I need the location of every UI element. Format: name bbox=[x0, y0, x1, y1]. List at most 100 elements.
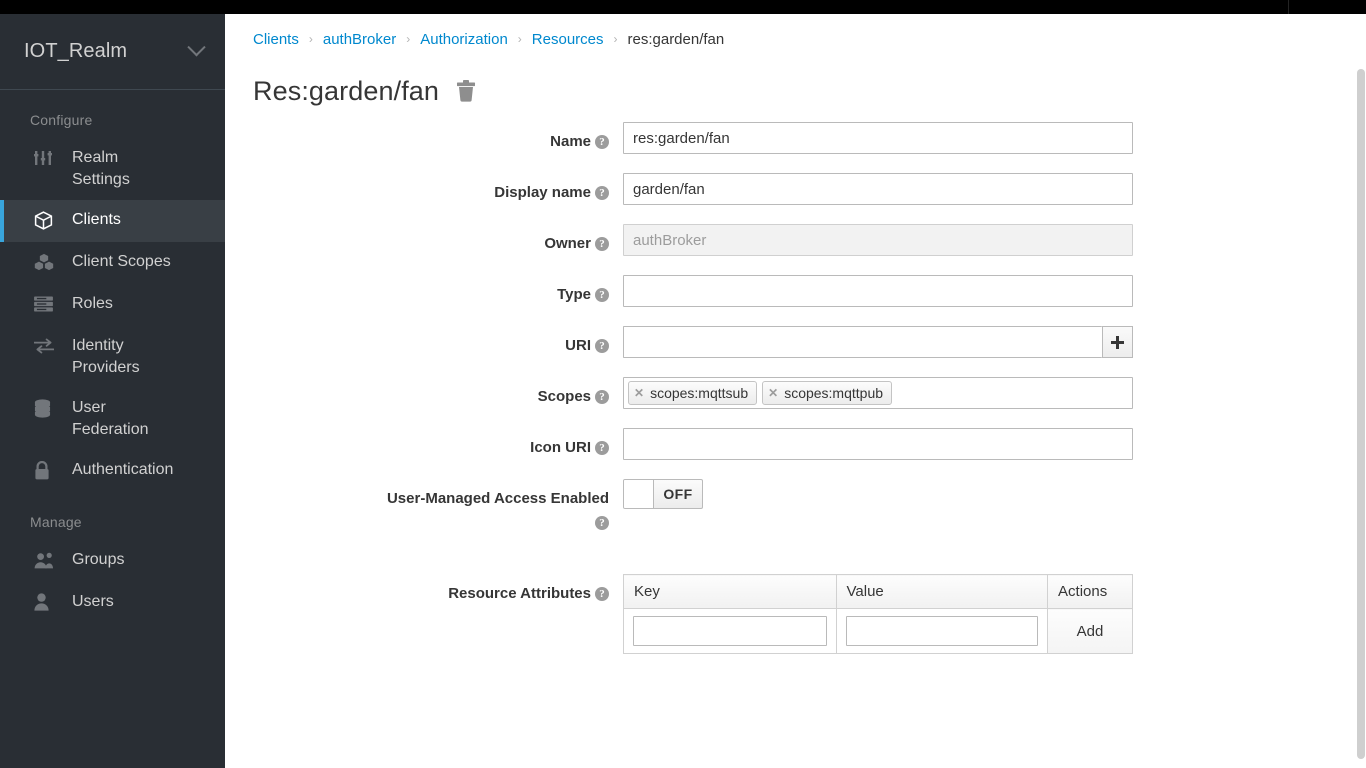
help-icon-owner[interactable]: ? bbox=[595, 237, 609, 251]
sidebar-item-label: Realm Settings bbox=[72, 149, 130, 188]
sidebar-item-label: Client Scopes bbox=[72, 253, 171, 270]
name-input[interactable] bbox=[623, 122, 1133, 154]
sidebar: IOT_Realm Configure Realm Settings Clients… bbox=[0, 14, 225, 768]
trash-icon[interactable] bbox=[455, 79, 477, 103]
close-icon[interactable]: ✕ bbox=[768, 387, 778, 399]
sidebar-item-label: Users bbox=[72, 593, 114, 610]
attributes-header-key: Key bbox=[623, 574, 837, 609]
breadcrumb-item-authbroker[interactable]: authBroker bbox=[323, 31, 396, 48]
control-icon-uri bbox=[623, 428, 1366, 460]
realm-selector[interactable]: IOT_Realm bbox=[0, 14, 225, 90]
icon-uri-input[interactable] bbox=[623, 428, 1133, 460]
cube-icon bbox=[34, 209, 60, 231]
label-uma-text: User-Managed Access Enabled bbox=[386, 490, 609, 507]
owner-input bbox=[623, 224, 1133, 256]
label-uma: User-Managed Access Enabled ? bbox=[225, 479, 623, 530]
scope-chip-label: scopes:mqttpub bbox=[784, 385, 884, 401]
uma-toggle-state: OFF bbox=[663, 486, 693, 502]
close-icon[interactable]: ✕ bbox=[634, 387, 644, 399]
content-area: Clients › authBroker › Authorization › Resourc… bbox=[225, 14, 1366, 768]
chevron-down-icon[interactable] bbox=[187, 38, 206, 57]
label-type: Type? bbox=[225, 275, 623, 305]
sidebar-item-authentication[interactable]: Authentication bbox=[0, 450, 225, 492]
sidebar-nav: Configure Realm Settings Clients Client Sco… bbox=[0, 90, 225, 624]
help-icon-uri[interactable]: ? bbox=[595, 339, 609, 353]
sidebar-item-clients[interactable]: Clients bbox=[0, 200, 225, 242]
sidebar-item-realm-settings[interactable]: Realm Settings bbox=[0, 138, 225, 200]
label-icon-uri-text: Icon URI bbox=[530, 439, 591, 456]
label-display-name-text: Display name bbox=[494, 184, 591, 201]
attributes-header-value: Value bbox=[835, 574, 1049, 609]
sidebar-item-label: Roles bbox=[72, 295, 113, 312]
breadcrumb-separator: › bbox=[406, 32, 411, 46]
browser-top-bar bbox=[0, 0, 1366, 14]
breadcrumb-item-res-garden-fan: res:garden/fan bbox=[627, 30, 725, 48]
control-scopes: ✕ scopes:mqttsub ✕ scopes:mqttpub bbox=[623, 377, 1366, 409]
help-icon-icon-uri[interactable]: ? bbox=[595, 441, 609, 455]
add-attribute-button[interactable]: Add bbox=[1047, 608, 1133, 654]
sidebar-item-roles[interactable]: Roles bbox=[0, 284, 225, 326]
page-title: Res:garden/fan bbox=[253, 75, 440, 106]
breadcrumb-item-authorization[interactable]: Authorization bbox=[420, 31, 508, 48]
label-display-name: Display name? bbox=[225, 173, 623, 203]
help-icon-type[interactable]: ? bbox=[595, 288, 609, 302]
scope-chip[interactable]: ✕ scopes:mqttpub bbox=[762, 381, 893, 405]
sidebar-section-title: Manage bbox=[30, 514, 82, 530]
page-header: Res:garden/fan bbox=[225, 46, 1366, 108]
scope-chip[interactable]: ✕ scopes:mqttsub bbox=[628, 381, 758, 405]
sidebar-item-label: Groups bbox=[72, 551, 125, 568]
list-icon bbox=[34, 293, 60, 315]
resource-form: Name? Display name? Owner? bbox=[225, 108, 1366, 654]
type-input[interactable] bbox=[623, 275, 1133, 307]
table-row: Add bbox=[623, 608, 1133, 654]
field-row-uma: User-Managed Access Enabled ? OFF bbox=[225, 479, 1366, 530]
help-icon-scopes[interactable]: ? bbox=[595, 390, 609, 404]
label-uri: URI? bbox=[225, 326, 623, 356]
control-type bbox=[623, 275, 1366, 307]
field-row-uri: URI? bbox=[225, 326, 1366, 366]
sidebar-item-label: User Federation bbox=[72, 399, 149, 438]
control-display-name bbox=[623, 173, 1366, 205]
label-icon-uri: Icon URI? bbox=[225, 428, 623, 458]
uma-toggle-knob bbox=[624, 480, 654, 508]
sidebar-item-users[interactable]: Users bbox=[0, 582, 225, 624]
breadcrumb-separator: › bbox=[517, 32, 522, 46]
help-icon-display-name[interactable]: ? bbox=[595, 186, 609, 200]
uma-toggle[interactable]: OFF bbox=[623, 479, 703, 509]
help-icon-name[interactable]: ? bbox=[595, 135, 609, 149]
sidebar-item-client-scopes[interactable]: Client Scopes bbox=[0, 242, 225, 284]
scrollbar-thumb[interactable] bbox=[1357, 69, 1365, 759]
top-bar-divider bbox=[1288, 0, 1289, 14]
uri-input[interactable] bbox=[623, 326, 1102, 358]
field-row-display-name: Display name? bbox=[225, 173, 1366, 213]
vertical-scrollbar[interactable] bbox=[1357, 69, 1365, 768]
attributes-table-head: Key Value Actions bbox=[623, 574, 1133, 609]
breadcrumb: Clients › authBroker › Authorization › Resourc… bbox=[225, 14, 1366, 48]
database-icon bbox=[34, 397, 60, 419]
scope-chip-label: scopes:mqttsub bbox=[650, 385, 749, 401]
help-icon-attributes[interactable]: ? bbox=[595, 587, 609, 601]
cubes-icon bbox=[34, 251, 60, 273]
attribute-value-input[interactable] bbox=[845, 616, 1039, 646]
display-name-input[interactable] bbox=[623, 173, 1133, 205]
field-row-owner: Owner? bbox=[225, 224, 1366, 264]
sidebar-item-identity-providers[interactable]: Identity Providers bbox=[0, 326, 225, 388]
realm-name: IOT_Realm bbox=[24, 40, 128, 62]
sidebar-item-groups[interactable]: Groups bbox=[0, 540, 225, 582]
sidebar-item-user-federation[interactable]: User Federation bbox=[0, 388, 225, 450]
label-type-text: Type bbox=[557, 286, 591, 303]
scopes-select[interactable]: ✕ scopes:mqttsub ✕ scopes:mqttpub bbox=[623, 377, 1133, 409]
label-name-text: Name bbox=[550, 133, 591, 150]
breadcrumb-item-resources[interactable]: Resources bbox=[532, 31, 604, 48]
add-uri-button[interactable] bbox=[1102, 326, 1133, 358]
help-icon-uma[interactable]: ? bbox=[595, 516, 609, 530]
attribute-key-cell bbox=[623, 608, 837, 654]
label-attributes-text: Resource Attributes bbox=[448, 585, 591, 602]
breadcrumb-separator: › bbox=[308, 32, 313, 46]
attribute-key-input[interactable] bbox=[633, 616, 827, 646]
breadcrumb-item-clients[interactable]: Clients bbox=[253, 31, 299, 48]
attributes-header-actions: Actions bbox=[1047, 574, 1133, 609]
field-row-scopes: Scopes? ✕ scopes:mqttsub ✕ scopes:mqttpub bbox=[225, 377, 1366, 417]
label-scopes: Scopes? bbox=[225, 377, 623, 407]
sidebar-item-label: Identity Providers bbox=[72, 337, 140, 376]
